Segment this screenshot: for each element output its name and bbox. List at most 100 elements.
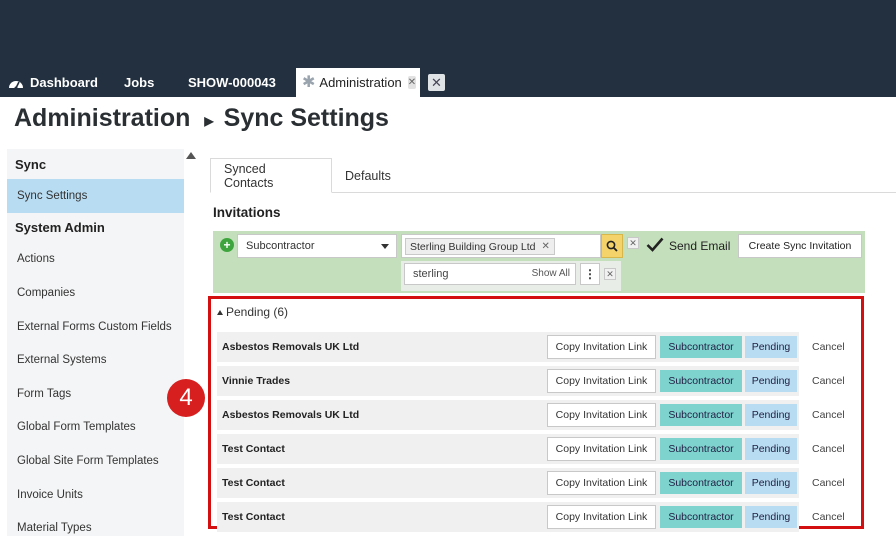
pending-row: Asbestos Removals UK Ltd Copy Invitation… [217,400,845,430]
tab-show[interactable]: SHOW-000043 [172,68,294,97]
company-chip-label: Sterling Building Group Ltd [410,240,536,253]
pending-invitations-panel: Pending (6) Asbestos Removals UK Ltd Cop… [208,296,864,532]
step-number-badge: 4 [167,379,205,417]
sidebar-heading-system-admin: System Admin [15,220,105,236]
status-badge: Pending [745,370,797,392]
tab-administration-label: Administration [319,75,402,90]
dashboard-gauge-icon [9,80,23,89]
tab-show-label: SHOW-000043 [188,75,276,90]
send-email-label: Send Email [669,239,731,253]
sidebar-heading-sync: Sync [15,156,47,172]
sidebar-scrollbar[interactable] [184,149,198,536]
cancel-link[interactable]: Cancel [812,443,845,455]
close-all-tabs-icon[interactable]: ✕ [428,74,445,91]
clear-selection-icon[interactable]: ✕ [627,237,639,249]
tab-synced-contacts[interactable]: Synced Contacts [210,158,332,193]
add-invitation-icon[interactable]: + [220,238,234,252]
contact-name: Test Contact [222,443,285,455]
sidebar-item-external-systems[interactable]: External Systems [7,343,184,377]
tab-administration[interactable]: ✱ Administration ✕ [296,68,420,97]
status-badge: Pending [745,404,797,426]
sidebar: Sync Sync Settings System Admin Actions … [7,149,184,536]
contact-type-value: Subcontractor [246,240,315,252]
asterisk-icon: ✱ [302,73,316,91]
search-icon [606,240,618,252]
pending-heading: Pending (6) [226,305,289,319]
pending-list: Asbestos Removals UK Ltd Copy Invitation… [217,332,845,536]
top-bar: Dashboard Jobs SHOW-000043 ✱ Administrat… [0,0,896,97]
tab-defaults[interactable]: Defaults [332,158,404,193]
role-tag: Subcontractor [660,472,742,494]
sidebar-item-invoice-units[interactable]: Invoice Units [7,478,184,512]
pending-row: Test Contact Copy Invitation Link Subcon… [217,502,845,532]
pending-row: Test Contact Copy Invitation Link Subcon… [217,434,845,464]
contact-name: Vinnie Trades [222,375,291,387]
invitations-title: Invitations [213,205,281,220]
app-root: Dashboard Jobs SHOW-000043 ✱ Administrat… [0,0,896,536]
contact-name: Asbestos Removals UK Ltd [222,409,360,421]
contact-name: Test Contact [222,511,285,523]
tab-close-icon[interactable]: ✕ [407,76,417,89]
contact-name: Test Contact [222,477,285,489]
tab-dashboard[interactable]: Dashboard [0,68,108,97]
breadcrumb-page: Sync Settings [223,104,389,132]
company-search-row: sterling Show All ⋮ ✕ [401,261,621,291]
copy-invitation-link-button[interactable]: Copy Invitation Link [547,369,656,393]
show-all-link[interactable]: Show All [532,268,570,279]
copy-invitation-link-button[interactable]: Copy Invitation Link [547,335,656,359]
search-button[interactable] [601,234,623,258]
contact-name: Asbestos Removals UK Ltd [222,341,360,353]
tab-strip: Dashboard Jobs SHOW-000043 ✱ Administrat… [0,68,445,97]
copy-invitation-link-button[interactable]: Copy Invitation Link [547,471,656,495]
status-badge: Pending [745,336,797,358]
company-search-input[interactable]: sterling Show All [404,263,576,285]
sidebar-item-actions[interactable]: Actions [7,243,184,277]
copy-invitation-link-button[interactable]: Copy Invitation Link [547,505,656,529]
pending-row: Asbestos Removals UK Ltd Copy Invitation… [217,332,845,362]
cancel-link[interactable]: Cancel [812,511,845,523]
sidebar-item-global-site-form-templates[interactable]: Global Site Form Templates [7,444,184,478]
sidebar-item-external-forms-custom-fields[interactable]: External Forms Custom Fields [7,310,184,344]
sidebar-item-global-form-templates[interactable]: Global Form Templates [7,411,184,445]
send-email-checkbox-icon[interactable] [646,236,664,253]
copy-invitation-link-button[interactable]: Copy Invitation Link [547,437,656,461]
breadcrumb-section: Administration [14,104,191,132]
cancel-link[interactable]: Cancel [812,477,845,489]
clear-search-icon[interactable]: ✕ [604,268,616,280]
company-chip: Sterling Building Group Ltd ✕ [405,238,555,255]
cancel-link[interactable]: Cancel [812,341,845,353]
more-options-icon[interactable]: ⋮ [580,263,600,285]
status-badge: Pending [745,506,797,528]
contact-type-select[interactable]: Subcontractor [237,234,397,258]
pending-row: Vinnie Trades Copy Invitation Link Subco… [217,366,845,396]
copy-invitation-link-button[interactable]: Copy Invitation Link [547,403,656,427]
tab-dashboard-label: Dashboard [30,75,98,90]
main-tab-bar: Synced Contacts Defaults [210,158,896,193]
company-multiselect[interactable]: Sterling Building Group Ltd ✕ [401,234,601,258]
tab-jobs[interactable]: Jobs [108,68,172,97]
invitation-filter-panel: + Subcontractor Sterling Building Group … [213,231,865,293]
sidebar-item-material-types[interactable]: Material Types [7,511,184,536]
remove-chip-icon[interactable]: ✕ [542,241,550,252]
cancel-link[interactable]: Cancel [812,375,845,387]
role-tag: Subcontractor [660,370,742,392]
sidebar-item-form-tags[interactable]: Form Tags [7,377,184,411]
page-title: Administration ▶ Sync Settings [14,104,389,133]
status-badge: Pending [745,438,797,460]
collapse-triangle-icon [217,309,223,315]
role-tag: Subcontractor [660,506,742,528]
role-tag: Subcontractor [660,404,742,426]
sidebar-item-sync-settings[interactable]: Sync Settings [7,179,184,213]
create-sync-invitation-button[interactable]: Create Sync Invitation [738,234,862,258]
role-tag: Subcontractor [660,438,742,460]
caret-down-icon [381,244,389,249]
scroll-up-arrow-icon[interactable] [186,152,196,159]
status-badge: Pending [745,472,797,494]
breadcrumb-chevron-icon: ▶ [204,113,214,128]
company-search-value: sterling [413,268,449,280]
pending-row: Test Contact Copy Invitation Link Subcon… [217,468,845,498]
sidebar-item-companies[interactable]: Companies [7,276,184,310]
pending-toggle[interactable]: Pending (6) [217,305,288,319]
cancel-link[interactable]: Cancel [812,409,845,421]
tab-jobs-label: Jobs [124,75,155,90]
